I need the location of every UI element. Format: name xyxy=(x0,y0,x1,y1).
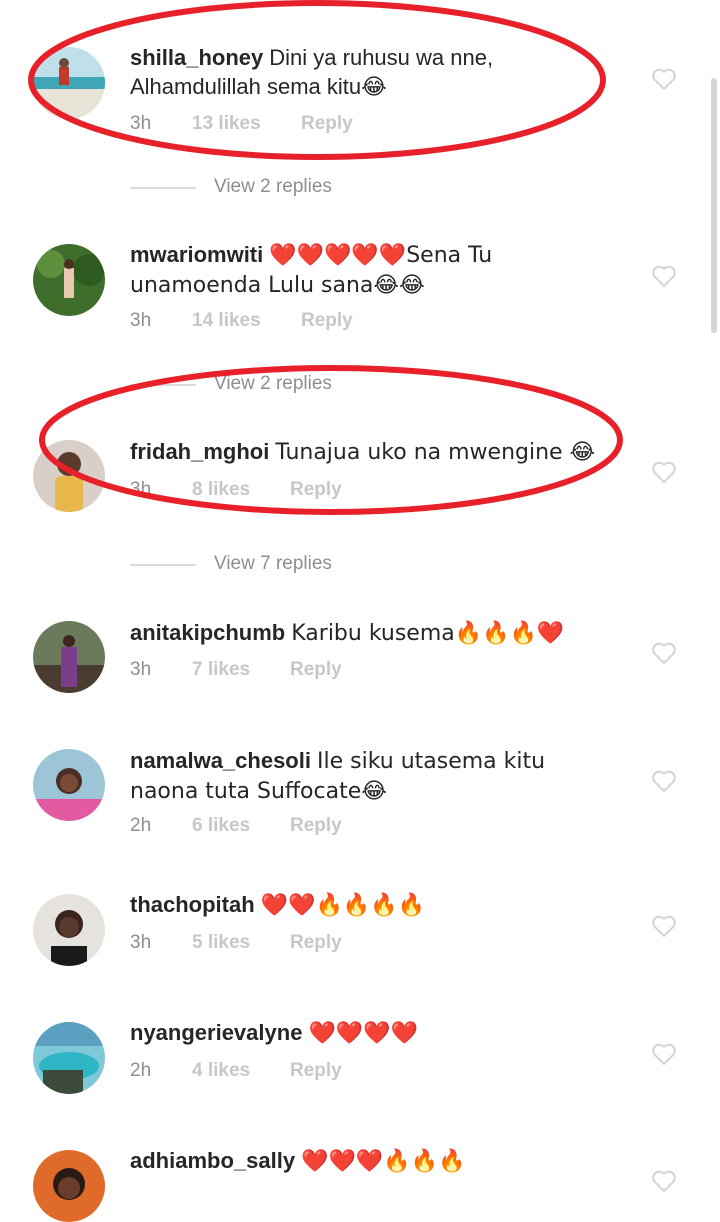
comment-text: ❤️❤️❤️❤️ xyxy=(308,1021,419,1046)
username[interactable]: nyangerievalyne xyxy=(130,1020,302,1045)
comment-text-block: shilla_honey Dini ya ruhusu wa nne, Alham… xyxy=(130,43,620,101)
replies-divider xyxy=(130,187,196,189)
likes-count[interactable]: 6 likes xyxy=(192,815,250,837)
comment-text: ❤️❤️❤️🔥🔥🔥 xyxy=(301,1149,466,1174)
timestamp: 2h xyxy=(130,815,152,836)
username[interactable]: shilla_honey xyxy=(130,45,263,70)
reply-button[interactable]: Reply xyxy=(290,1060,342,1082)
annotation-overlay xyxy=(28,0,623,515)
reply-button[interactable]: Reply xyxy=(290,479,342,501)
reply-button[interactable]: Reply xyxy=(290,932,342,954)
comment-text: Tunajua uko na mwengine 😂 xyxy=(275,440,596,465)
comment-text-block: fridah_mghoi Tunajua uko na mwengine 😂 xyxy=(130,437,620,467)
username[interactable]: fridah_mghoi xyxy=(130,439,269,464)
avatar[interactable] xyxy=(33,1022,105,1094)
comment-text-block: namalwa_chesoli Ile siku utasema kitu nao… xyxy=(130,746,620,806)
likes-count[interactable]: 14 likes xyxy=(192,310,261,332)
heart-outline-icon[interactable] xyxy=(651,641,677,665)
timestamp: 3h xyxy=(130,659,152,680)
heart-outline-icon[interactable] xyxy=(651,1169,677,1193)
replies-divider xyxy=(130,384,196,386)
username[interactable]: thachopitah xyxy=(130,892,255,917)
reply-button[interactable]: Reply xyxy=(290,815,342,837)
heart-outline-icon[interactable] xyxy=(651,264,677,288)
avatar[interactable] xyxy=(33,244,105,316)
likes-count[interactable]: 8 likes xyxy=(192,479,250,501)
comment-text-block: thachopitah ❤️❤️🔥🔥🔥🔥 xyxy=(130,890,620,920)
reply-button[interactable]: Reply xyxy=(301,310,353,332)
avatar[interactable] xyxy=(33,440,105,512)
username[interactable]: namalwa_chesoli xyxy=(130,748,311,773)
timestamp: 3h xyxy=(130,310,152,331)
comment-text-block: anitakipchumb Karibu kusema🔥🔥🔥❤️ xyxy=(130,618,620,648)
timestamp: 3h xyxy=(130,932,152,953)
heart-outline-icon[interactable] xyxy=(651,1042,677,1066)
heart-outline-icon[interactable] xyxy=(651,769,677,793)
heart-outline-icon[interactable] xyxy=(651,914,677,938)
avatar[interactable] xyxy=(33,1150,105,1222)
timestamp: 3h xyxy=(130,113,152,134)
timestamp: 3h xyxy=(130,479,152,500)
heart-outline-icon[interactable] xyxy=(651,67,677,91)
comment-text: ❤️❤️🔥🔥🔥🔥 xyxy=(260,893,426,918)
avatar[interactable] xyxy=(33,894,105,966)
heart-outline-icon[interactable] xyxy=(651,460,677,484)
avatar[interactable] xyxy=(33,621,105,693)
timestamp: 2h xyxy=(130,1060,152,1081)
likes-count[interactable]: 5 likes xyxy=(192,932,250,954)
comment-text-block: adhiambo_sally ❤️❤️❤️🔥🔥🔥 xyxy=(130,1146,620,1176)
replies-divider xyxy=(130,564,196,566)
username[interactable]: mwariomwiti xyxy=(130,242,263,267)
likes-count[interactable]: 13 likes xyxy=(192,113,261,135)
scrollbar[interactable] xyxy=(711,78,717,333)
comment-text-block: nyangerievalyne ❤️❤️❤️❤️ xyxy=(130,1018,620,1048)
reply-button[interactable]: Reply xyxy=(290,659,342,681)
comment-text-block: mwariomwiti ❤️❤️❤️❤️❤️Sena Tu unamoenda L… xyxy=(130,240,620,300)
reply-button[interactable]: Reply xyxy=(301,113,353,135)
likes-count[interactable]: 7 likes xyxy=(192,659,250,681)
username[interactable]: anitakipchumb xyxy=(130,620,285,645)
username[interactable]: adhiambo_sally xyxy=(130,1148,295,1173)
avatar[interactable] xyxy=(33,749,105,821)
avatar[interactable] xyxy=(33,47,105,119)
likes-count[interactable]: 4 likes xyxy=(192,1060,250,1082)
comment-text: Karibu kusema🔥🔥🔥❤️ xyxy=(291,621,565,646)
